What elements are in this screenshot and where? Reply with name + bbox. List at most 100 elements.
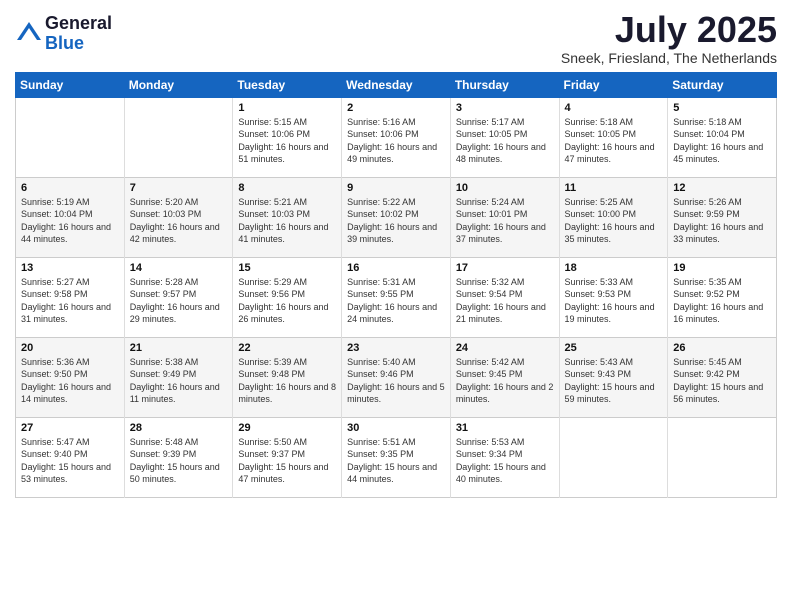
calendar-cell: 20Sunrise: 5:36 AM Sunset: 9:50 PM Dayli… bbox=[16, 337, 125, 417]
day-number: 16 bbox=[347, 262, 445, 274]
col-header-monday: Monday bbox=[124, 72, 233, 97]
day-content: Sunrise: 5:27 AM Sunset: 9:58 PM Dayligh… bbox=[21, 276, 119, 326]
day-content: Sunrise: 5:28 AM Sunset: 9:57 PM Dayligh… bbox=[130, 276, 228, 326]
day-content: Sunrise: 5:45 AM Sunset: 9:42 PM Dayligh… bbox=[673, 356, 771, 406]
week-row-5: 27 Sunrise: 5:47 AM Sunset: 9:40 PM Dayli… bbox=[16, 417, 777, 497]
day-number: 13 bbox=[21, 262, 119, 274]
calendar-cell: 29 Sunrise: 5:50 AM Sunset: 9:37 PM Dayli… bbox=[233, 417, 342, 497]
logo-text: General Blue bbox=[45, 14, 112, 54]
day-number: 2 bbox=[347, 102, 445, 114]
week-row-2: 6Sunrise: 5:19 AM Sunset: 10:04 PM Dayli… bbox=[16, 177, 777, 257]
calendar-cell: 18Sunrise: 5:33 AM Sunset: 9:53 PM Dayli… bbox=[559, 257, 668, 337]
day-content: Sunrise: 5:22 AM Sunset: 10:02 PM Daylig… bbox=[347, 196, 445, 246]
calendar-cell: 3Sunrise: 5:17 AM Sunset: 10:05 PM Dayli… bbox=[450, 97, 559, 177]
day-content: Sunrise: 5:31 AM Sunset: 9:55 PM Dayligh… bbox=[347, 276, 445, 326]
calendar-cell bbox=[124, 97, 233, 177]
calendar-cell: 19Sunrise: 5:35 AM Sunset: 9:52 PM Dayli… bbox=[668, 257, 777, 337]
day-number: 30 bbox=[347, 422, 445, 434]
day-content: Sunrise: 5:18 AM Sunset: 10:04 PM Daylig… bbox=[673, 116, 771, 166]
day-number: 17 bbox=[456, 262, 554, 274]
day-content: Sunrise: 5:26 AM Sunset: 9:59 PM Dayligh… bbox=[673, 196, 771, 246]
calendar-cell: 8 Sunrise: 5:21 AM Sunset: 10:03 PM Dayli… bbox=[233, 177, 342, 257]
month-title: July 2025 bbox=[561, 10, 777, 50]
calendar-cell: 28 Sunrise: 5:48 AM Sunset: 9:39 PM Dayli… bbox=[124, 417, 233, 497]
day-number: 22 bbox=[238, 342, 336, 354]
calendar-cell bbox=[16, 97, 125, 177]
day-number: 4 bbox=[565, 102, 663, 114]
calendar-cell: 7Sunrise: 5:20 AM Sunset: 10:03 PM Dayli… bbox=[124, 177, 233, 257]
day-content: Sunrise: 5:32 AM Sunset: 9:54 PM Dayligh… bbox=[456, 276, 554, 326]
week-row-4: 20Sunrise: 5:36 AM Sunset: 9:50 PM Dayli… bbox=[16, 337, 777, 417]
calendar-cell bbox=[668, 417, 777, 497]
day-number: 21 bbox=[130, 342, 228, 354]
day-number: 27 bbox=[21, 422, 119, 434]
col-header-thursday: Thursday bbox=[450, 72, 559, 97]
calendar-cell: 2Sunrise: 5:16 AM Sunset: 10:06 PM Dayli… bbox=[342, 97, 451, 177]
day-content: Sunrise: 5:47 AM Sunset: 9:40 PM Dayligh… bbox=[21, 436, 119, 486]
calendar-cell: 26Sunrise: 5:45 AM Sunset: 9:42 PM Dayli… bbox=[668, 337, 777, 417]
calendar-cell: 21 Sunrise: 5:38 AM Sunset: 9:49 PM Dayli… bbox=[124, 337, 233, 417]
day-content: Sunrise: 5:24 AM Sunset: 10:01 PM Daylig… bbox=[456, 196, 554, 246]
calendar-cell: 6Sunrise: 5:19 AM Sunset: 10:04 PM Dayli… bbox=[16, 177, 125, 257]
day-content: Sunrise: 5:25 AM Sunset: 10:00 PM Daylig… bbox=[565, 196, 663, 246]
day-content: Sunrise: 5:21 AM Sunset: 10:03 PM Daylig… bbox=[238, 196, 336, 246]
day-number: 8 bbox=[238, 182, 336, 194]
calendar-cell: 22 Sunrise: 5:39 AM Sunset: 9:48 PM Dayli… bbox=[233, 337, 342, 417]
calendar-cell: 9 Sunrise: 5:22 AM Sunset: 10:02 PM Dayli… bbox=[342, 177, 451, 257]
calendar-cell: 4 Sunrise: 5:18 AM Sunset: 10:05 PM Dayli… bbox=[559, 97, 668, 177]
col-header-wednesday: Wednesday bbox=[342, 72, 451, 97]
calendar-cell: 12 Sunrise: 5:26 AM Sunset: 9:59 PM Dayli… bbox=[668, 177, 777, 257]
day-number: 12 bbox=[673, 182, 771, 194]
day-number: 24 bbox=[456, 342, 554, 354]
day-number: 28 bbox=[130, 422, 228, 434]
day-content: Sunrise: 5:35 AM Sunset: 9:52 PM Dayligh… bbox=[673, 276, 771, 326]
location: Sneek, Friesland, The Netherlands bbox=[561, 50, 777, 66]
day-content: Sunrise: 5:17 AM Sunset: 10:05 PM Daylig… bbox=[456, 116, 554, 166]
calendar-cell: 24 Sunrise: 5:42 AM Sunset: 9:45 PM Dayli… bbox=[450, 337, 559, 417]
day-number: 5 bbox=[673, 102, 771, 114]
day-number: 14 bbox=[130, 262, 228, 274]
day-number: 9 bbox=[347, 182, 445, 194]
day-content: Sunrise: 5:50 AM Sunset: 9:37 PM Dayligh… bbox=[238, 436, 336, 486]
col-header-saturday: Saturday bbox=[668, 72, 777, 97]
calendar-cell: 15Sunrise: 5:29 AM Sunset: 9:56 PM Dayli… bbox=[233, 257, 342, 337]
page-header: General Blue July 2025 Sneek, Friesland,… bbox=[15, 10, 777, 66]
day-content: Sunrise: 5:38 AM Sunset: 9:49 PM Dayligh… bbox=[130, 356, 228, 406]
day-content: Sunrise: 5:19 AM Sunset: 10:04 PM Daylig… bbox=[21, 196, 119, 246]
day-content: Sunrise: 5:51 AM Sunset: 9:35 PM Dayligh… bbox=[347, 436, 445, 486]
day-content: Sunrise: 5:48 AM Sunset: 9:39 PM Dayligh… bbox=[130, 436, 228, 486]
day-number: 18 bbox=[565, 262, 663, 274]
logo-general: General bbox=[45, 14, 112, 34]
col-header-friday: Friday bbox=[559, 72, 668, 97]
col-header-sunday: Sunday bbox=[16, 72, 125, 97]
day-content: Sunrise: 5:15 AM Sunset: 10:06 PM Daylig… bbox=[238, 116, 336, 166]
col-header-tuesday: Tuesday bbox=[233, 72, 342, 97]
calendar-cell: 13 Sunrise: 5:27 AM Sunset: 9:58 PM Dayli… bbox=[16, 257, 125, 337]
day-number: 25 bbox=[565, 342, 663, 354]
day-number: 15 bbox=[238, 262, 336, 274]
calendar-cell: 31Sunrise: 5:53 AM Sunset: 9:34 PM Dayli… bbox=[450, 417, 559, 497]
day-content: Sunrise: 5:18 AM Sunset: 10:05 PM Daylig… bbox=[565, 116, 663, 166]
logo-icon bbox=[15, 20, 43, 48]
day-content: Sunrise: 5:42 AM Sunset: 9:45 PM Dayligh… bbox=[456, 356, 554, 406]
day-number: 29 bbox=[238, 422, 336, 434]
day-number: 31 bbox=[456, 422, 554, 434]
calendar-cell bbox=[559, 417, 668, 497]
day-content: Sunrise: 5:20 AM Sunset: 10:03 PM Daylig… bbox=[130, 196, 228, 246]
header-row: SundayMondayTuesdayWednesdayThursdayFrid… bbox=[16, 72, 777, 97]
logo: General Blue bbox=[15, 14, 112, 54]
day-content: Sunrise: 5:39 AM Sunset: 9:48 PM Dayligh… bbox=[238, 356, 336, 406]
calendar-cell: 1Sunrise: 5:15 AM Sunset: 10:06 PM Dayli… bbox=[233, 97, 342, 177]
day-content: Sunrise: 5:43 AM Sunset: 9:43 PM Dayligh… bbox=[565, 356, 663, 406]
calendar-cell: 23Sunrise: 5:40 AM Sunset: 9:46 PM Dayli… bbox=[342, 337, 451, 417]
calendar-cell: 16 Sunrise: 5:31 AM Sunset: 9:55 PM Dayli… bbox=[342, 257, 451, 337]
day-content: Sunrise: 5:40 AM Sunset: 9:46 PM Dayligh… bbox=[347, 356, 445, 406]
logo-blue: Blue bbox=[45, 34, 112, 54]
week-row-3: 13 Sunrise: 5:27 AM Sunset: 9:58 PM Dayli… bbox=[16, 257, 777, 337]
calendar-cell: 10Sunrise: 5:24 AM Sunset: 10:01 PM Dayl… bbox=[450, 177, 559, 257]
day-number: 11 bbox=[565, 182, 663, 194]
calendar-cell: 25 Sunrise: 5:43 AM Sunset: 9:43 PM Dayli… bbox=[559, 337, 668, 417]
week-row-1: 1Sunrise: 5:15 AM Sunset: 10:06 PM Dayli… bbox=[16, 97, 777, 177]
calendar-cell: 14 Sunrise: 5:28 AM Sunset: 9:57 PM Dayli… bbox=[124, 257, 233, 337]
calendar-cell: 30 Sunrise: 5:51 AM Sunset: 9:35 PM Dayli… bbox=[342, 417, 451, 497]
